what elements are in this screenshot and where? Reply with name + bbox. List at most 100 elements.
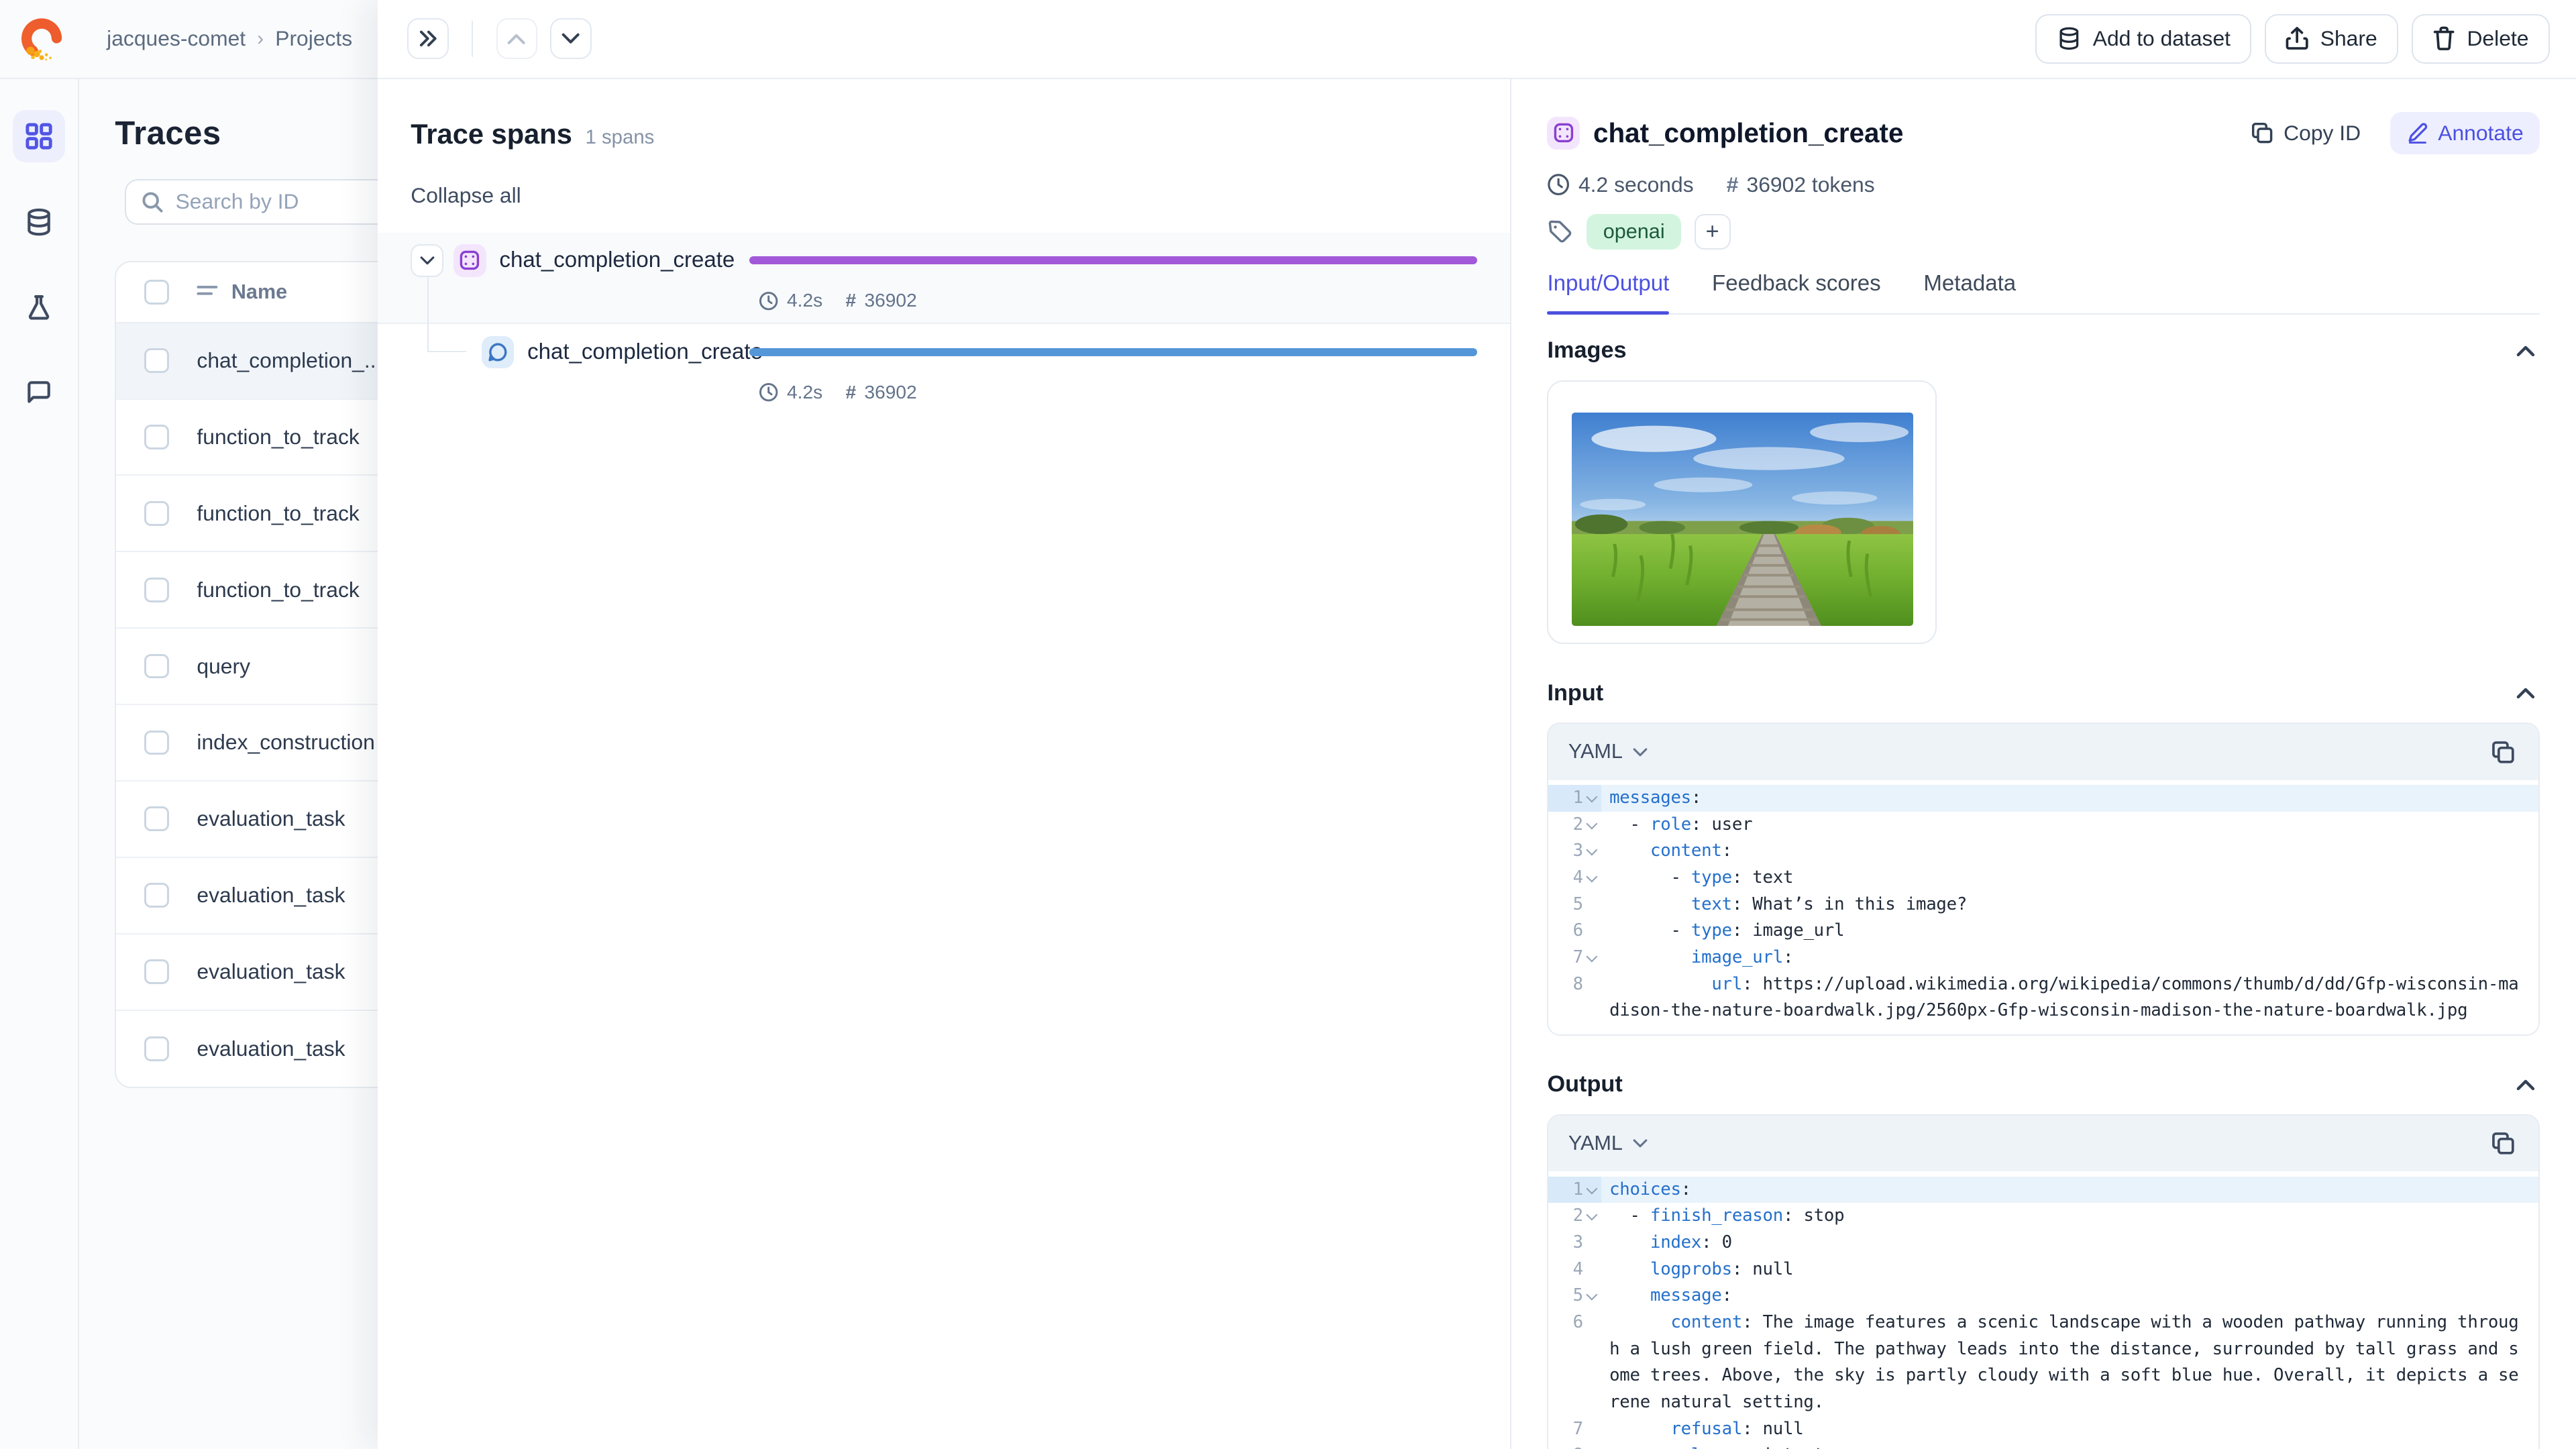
trace-row[interactable]: evaluation_task (116, 782, 378, 858)
flask-icon (24, 292, 54, 322)
previous-trace-button[interactable] (496, 18, 537, 60)
line-gutter: 8 (1548, 971, 1601, 1024)
span-name[interactable]: chat_completion_create (499, 248, 735, 273)
copy-code-button[interactable] (2487, 1128, 2519, 1159)
collapse-section-button[interactable] (2512, 1075, 2540, 1094)
line-number: 2 (1572, 1205, 1583, 1226)
search-box[interactable] (125, 178, 378, 225)
row-checkbox[interactable] (144, 959, 169, 984)
trace-row[interactable]: evaluation_task (116, 1011, 378, 1087)
span-row-child[interactable]: chat_completion_create 4.2s # 36902 (378, 324, 1509, 415)
trace-row[interactable]: index_construction (116, 705, 378, 782)
search-input[interactable] (175, 189, 378, 215)
row-checkbox[interactable] (144, 348, 169, 373)
add-tag-button[interactable]: + (1694, 213, 1731, 250)
row-checkbox[interactable] (144, 806, 169, 832)
trace-image-thumbnail[interactable] (1571, 413, 1914, 627)
sidebar-item-projects[interactable] (12, 110, 65, 163)
tag-openai[interactable]: openai (1587, 213, 1682, 250)
collapse-all-link[interactable]: Collapse all (411, 183, 521, 208)
trace-row[interactable]: evaluation_task (116, 858, 378, 934)
trace-name: function_to_track (197, 424, 360, 449)
breadcrumb-section[interactable]: Projects (275, 26, 352, 51)
clock-icon (759, 382, 778, 402)
span-duration-bar-track (749, 256, 1477, 265)
add-to-dataset-button[interactable]: Add to dataset (2035, 14, 2252, 64)
llm-span-icon (481, 335, 515, 369)
row-checkbox[interactable] (144, 425, 169, 449)
span-name[interactable]: chat_completion_create (527, 339, 763, 365)
yaml-code[interactable]: 1 choices: 2 - finish_reason: stop 3 index:… (1548, 1171, 2539, 1449)
column-header-name[interactable]: Name (197, 280, 287, 304)
copy-code-button[interactable] (2487, 737, 2519, 768)
span-duration: 4.2s (787, 290, 823, 311)
trace-name: chat_completion_... (197, 348, 378, 373)
fold-chevron-icon[interactable] (1583, 812, 1601, 838)
collapse-section-button[interactable] (2512, 684, 2540, 703)
span-metrics: 4.2s # 36902 (759, 382, 1509, 403)
span-metrics: 4.2s # 36902 (759, 290, 1509, 311)
select-all-checkbox[interactable] (144, 279, 169, 305)
fold-chevron-icon[interactable] (1583, 1177, 1601, 1203)
row-checkbox[interactable] (144, 1036, 169, 1061)
base-layer: jacques-comet › Projects Traces Search b… (0, 0, 378, 1449)
annotate-button[interactable]: Annotate (2390, 111, 2540, 155)
trace-row[interactable]: function_to_track (116, 476, 378, 553)
share-button[interactable]: Share (2264, 14, 2399, 64)
fold-chevron-empty (1583, 1416, 1601, 1442)
trace-row[interactable]: function_to_track (116, 400, 378, 476)
fold-chevron-icon[interactable] (1583, 785, 1601, 811)
expand-toggle-button[interactable] (411, 244, 444, 277)
yaml-code[interactable]: 1 messages: 2 - role: user 3 content: 4 - ty… (1548, 780, 2539, 1034)
trace-span-icon (1547, 116, 1580, 150)
breadcrumb: jacques-comet › Projects (107, 26, 352, 51)
span-row-root[interactable]: chat_completion_create 4.2s # 36902 (378, 232, 1510, 325)
collapse-drawer-button[interactable] (407, 18, 449, 60)
clock-icon (1547, 173, 1570, 196)
output-code-block: YAML 1 choices: 2 - finish_reason: stop 3 i… (1547, 1114, 2540, 1449)
line-gutter: 3 (1548, 1230, 1601, 1256)
row-checkbox[interactable] (144, 653, 169, 679)
row-checkbox[interactable] (144, 883, 169, 908)
format-select[interactable]: YAML (1568, 1132, 1648, 1155)
row-checkbox[interactable] (144, 577, 169, 602)
trace-name: query (197, 653, 251, 678)
traces-table: Name chat_completion_... function_to_trac… (115, 261, 378, 1089)
code-text: choices: (1609, 1179, 1691, 1199)
format-select[interactable]: YAML (1568, 740, 1648, 763)
line-gutter: 4 (1548, 1256, 1601, 1283)
fold-chevron-icon[interactable] (1583, 838, 1601, 864)
trace-row[interactable]: evaluation_task (116, 934, 378, 1011)
sidebar-rail (0, 78, 79, 1449)
database-icon (2057, 26, 2082, 51)
collapse-section-button[interactable] (2512, 341, 2540, 360)
fold-chevron-icon[interactable] (1583, 945, 1601, 971)
tab-feedback-scores[interactable]: Feedback scores (1712, 271, 1881, 313)
comet-logo-icon[interactable] (19, 17, 64, 61)
line-number: 7 (1572, 947, 1583, 967)
copy-id-button[interactable]: Copy ID (2251, 121, 2361, 146)
next-trace-button[interactable] (550, 18, 592, 60)
trace-row[interactable]: query (116, 629, 378, 706)
input-code-block: YAML 1 messages: 2 - role: user 3 content: 4… (1547, 722, 2540, 1036)
row-checkbox[interactable] (144, 730, 169, 755)
tab-input-output[interactable]: Input/Output (1547, 271, 1670, 315)
drawer-toolbar: Add to dataset Share Delete (378, 0, 2576, 79)
fold-chevron-icon[interactable] (1583, 1203, 1601, 1229)
breadcrumb-account[interactable]: jacques-comet (107, 26, 246, 51)
trace-name: evaluation_task (197, 883, 345, 908)
tab-metadata[interactable]: Metadata (1923, 271, 2016, 313)
trace-row[interactable]: function_to_track (116, 552, 378, 629)
line-gutter: 1 (1548, 1176, 1601, 1203)
sidebar-item-datasets[interactable] (13, 195, 65, 248)
sidebar-item-experiments[interactable] (13, 281, 65, 333)
row-checkbox[interactable] (144, 500, 169, 526)
code-text: messages: (1609, 787, 1702, 808)
code-text: - type: image_url (1609, 920, 1845, 941)
fold-chevron-icon[interactable] (1583, 865, 1601, 891)
code-text: - type: text (1609, 867, 1794, 888)
delete-button[interactable]: Delete (2411, 14, 2550, 64)
fold-chevron-icon[interactable] (1583, 1283, 1601, 1309)
sidebar-item-feedback[interactable] (13, 366, 65, 419)
trace-row[interactable]: chat_completion_... (116, 323, 378, 400)
